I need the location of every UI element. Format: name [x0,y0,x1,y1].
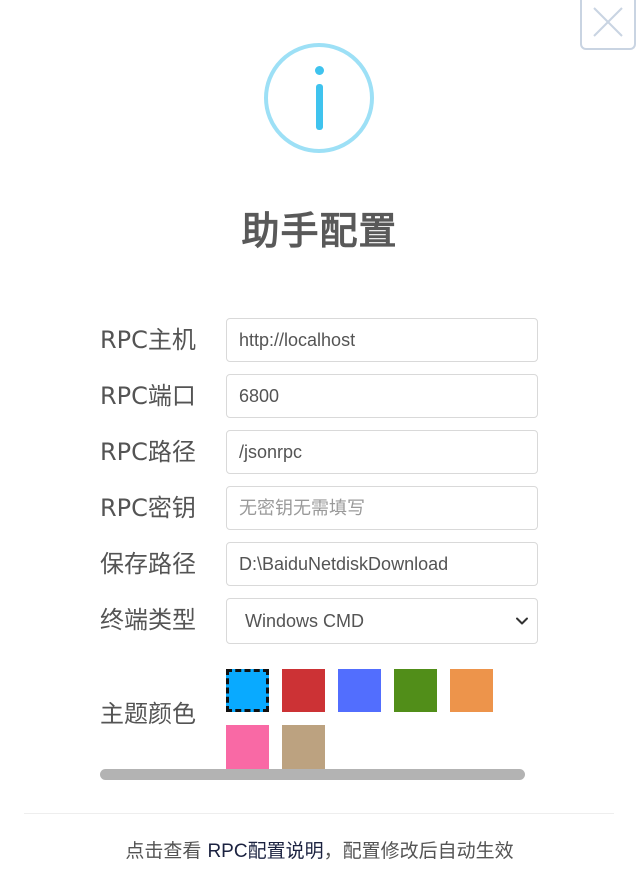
rpc-port-input[interactable] [226,374,538,418]
footer-divider [24,813,614,814]
dialog-title: 助手配置 [241,209,398,253]
theme-swatch[interactable] [338,669,381,712]
info-icon [264,43,374,153]
footer-suffix: ，配置修改后自动生效 [323,840,514,862]
rpc-secret-label: RPC密钥 [100,494,196,522]
theme-swatch[interactable] [282,725,325,769]
terminal-type-select[interactable]: Windows CMD [226,598,538,644]
theme-swatch[interactable] [394,669,437,712]
close-button[interactable] [580,0,636,50]
theme-swatch[interactable] [226,725,269,769]
close-icon [593,7,623,37]
theme-swatch[interactable] [450,669,493,712]
theme-color-label: 主题颜色 [100,700,196,728]
footer-text: 点击查看 RPC配置说明，配置修改后自动生效 [0,836,639,863]
terminal-type-label: 终端类型 [100,606,196,634]
rpc-host-label: RPC主机 [100,326,196,354]
rpc-path-label: RPC路径 [100,438,196,466]
save-path-input[interactable] [226,542,538,586]
terminal-type-value: Windows CMD [245,611,365,631]
save-path-label: 保存路径 [100,550,196,578]
theme-swatch[interactable] [282,669,325,712]
rpc-port-label: RPC端口 [100,382,196,410]
config-dialog: 助手配置 RPC主机 RPC端口 RPC路径 RPC密钥 保存路径 终端类型 W… [0,0,639,883]
rpc-config-help-link[interactable]: RPC配置说明 [207,841,323,862]
theme-swatch[interactable] [226,669,269,712]
rpc-path-input[interactable] [226,430,538,474]
horizontal-scrollbar[interactable] [100,769,525,780]
rpc-secret-input[interactable] [226,486,538,530]
chevron-down-icon [516,617,528,625]
footer-prefix: 点击查看 [125,840,208,862]
rpc-host-input[interactable] [226,318,538,362]
